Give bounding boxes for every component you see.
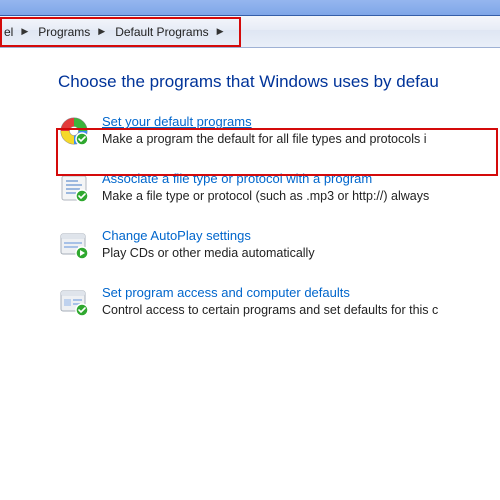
option-description: Control access to certain programs and s… bbox=[102, 303, 500, 317]
option-set-default-programs: Set your default programs Make a program… bbox=[58, 114, 500, 147]
breadcrumb-item-programs[interactable]: Programs ▶ bbox=[34, 16, 111, 47]
option-description: Play CDs or other media automatically bbox=[102, 246, 500, 260]
option-text-block: Set program access and computer defaults… bbox=[102, 285, 500, 317]
program-access-icon bbox=[58, 286, 90, 318]
option-program-access-defaults: Set program access and computer defaults… bbox=[58, 285, 500, 318]
breadcrumb-item-default-programs[interactable]: Default Programs ▶ bbox=[111, 16, 229, 47]
associate-file-type-link[interactable]: Associate a file type or protocol with a… bbox=[102, 171, 372, 186]
autoplay-settings-link[interactable]: Change AutoPlay settings bbox=[102, 228, 251, 243]
option-description: Make a file type or protocol (such as .m… bbox=[102, 189, 500, 203]
option-text-block: Set your default programs Make a program… bbox=[102, 114, 500, 146]
associate-filetype-icon bbox=[58, 172, 90, 204]
option-autoplay-settings: Change AutoPlay settings Play CDs or oth… bbox=[58, 228, 500, 261]
page-title: Choose the programs that Windows uses by… bbox=[58, 72, 500, 92]
window-titlebar-edge bbox=[0, 0, 500, 16]
chevron-right-icon[interactable]: ▶ bbox=[19, 26, 28, 37]
chevron-right-icon[interactable]: ▶ bbox=[96, 26, 105, 37]
breadcrumb-label: Programs bbox=[38, 25, 90, 39]
default-programs-icon bbox=[58, 115, 90, 147]
breadcrumb-item-partial[interactable]: el ▶ bbox=[0, 16, 34, 47]
option-text-block: Associate a file type or protocol with a… bbox=[102, 171, 500, 203]
program-access-defaults-link[interactable]: Set program access and computer defaults bbox=[102, 285, 350, 300]
breadcrumb-label: Default Programs bbox=[115, 25, 208, 39]
autoplay-icon bbox=[58, 229, 90, 261]
chevron-right-icon[interactable]: ▶ bbox=[215, 26, 224, 37]
breadcrumb-label: el bbox=[4, 25, 13, 39]
option-associate-file-type: Associate a file type or protocol with a… bbox=[58, 171, 500, 204]
address-bar[interactable]: el ▶ Programs ▶ Default Programs ▶ bbox=[0, 16, 500, 48]
main-content: Choose the programs that Windows uses by… bbox=[0, 48, 500, 318]
option-description: Make a program the default for all file … bbox=[102, 132, 500, 146]
set-default-programs-link[interactable]: Set your default programs bbox=[102, 114, 252, 129]
option-text-block: Change AutoPlay settings Play CDs or oth… bbox=[102, 228, 500, 260]
